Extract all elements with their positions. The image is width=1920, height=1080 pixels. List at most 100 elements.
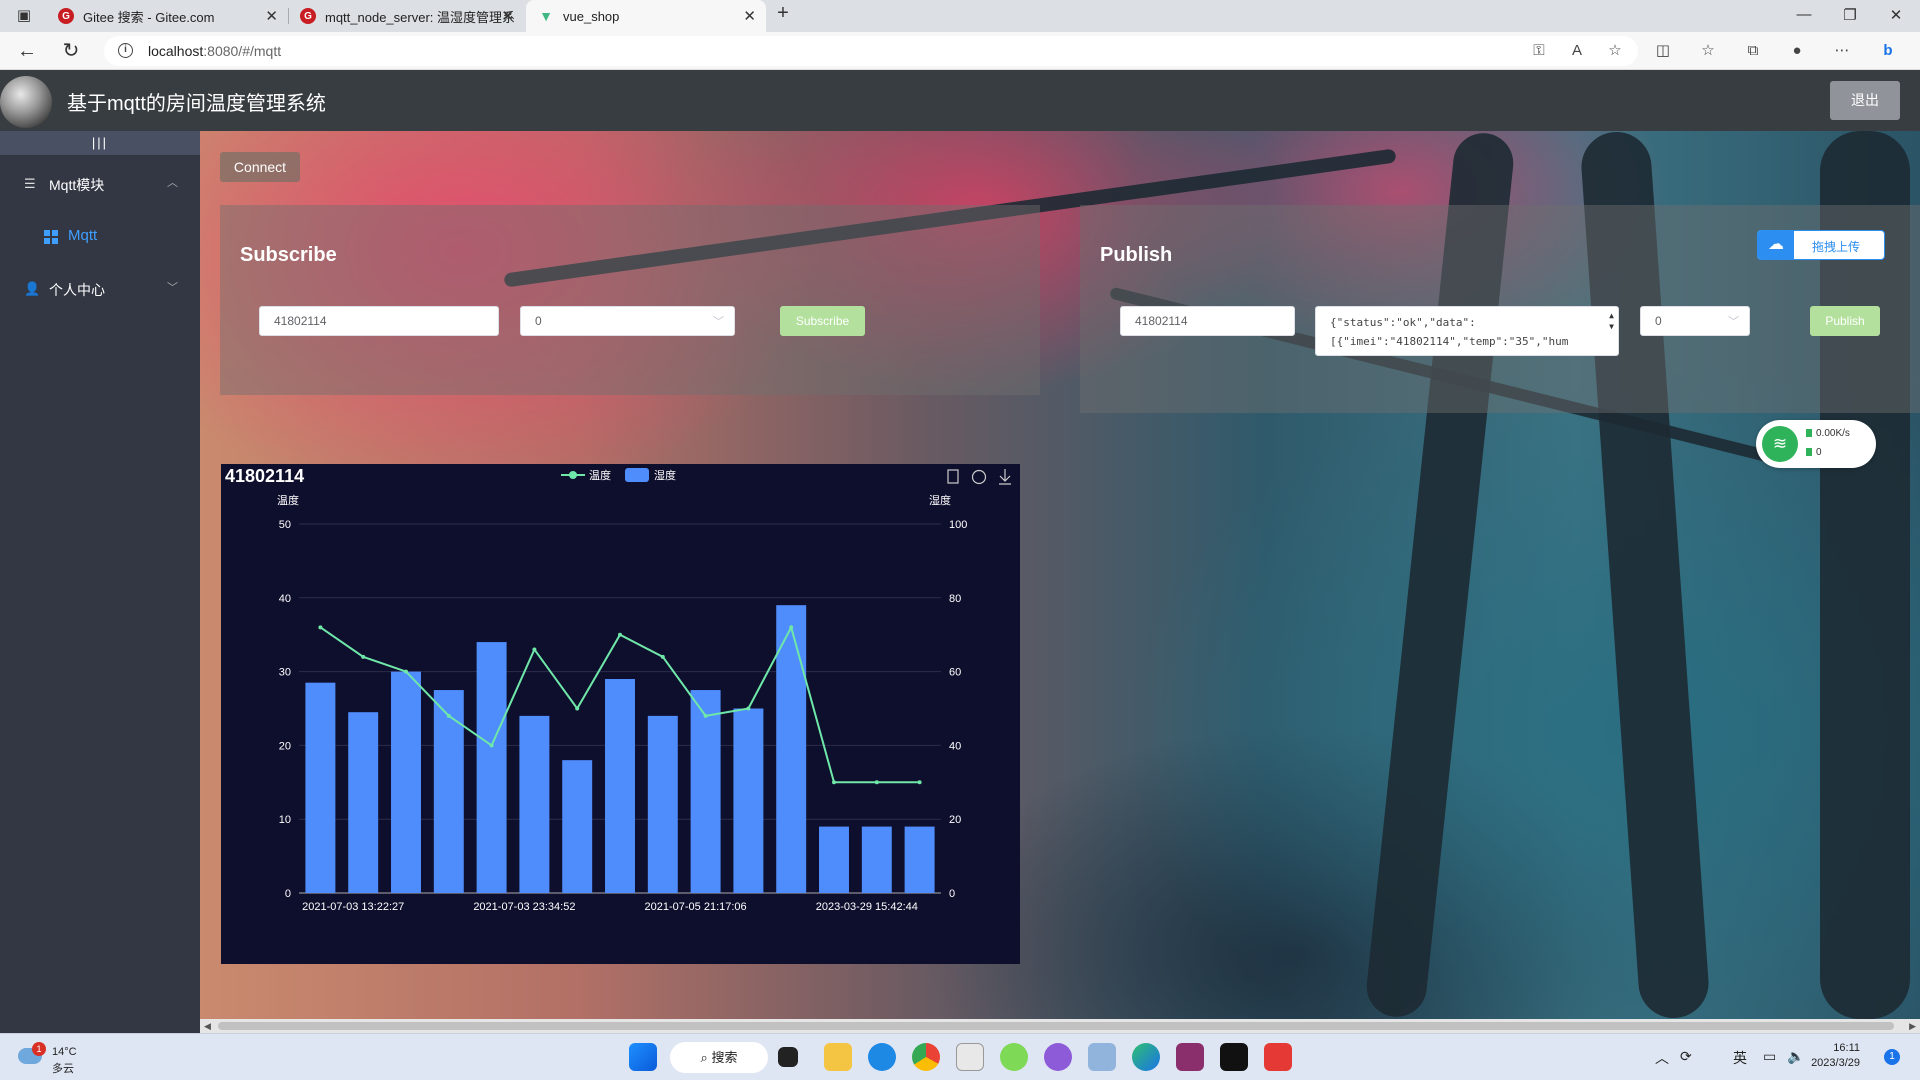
monitor-app-icon[interactable]: [1088, 1043, 1116, 1071]
line-point: [489, 743, 494, 748]
network-icon[interactable]: ▭: [1763, 1048, 1776, 1065]
scroll-right-icon[interactable]: ▶: [1909, 1019, 1916, 1033]
sync-icon[interactable]: ⟳: [1680, 1048, 1692, 1065]
right-tick-label: 100: [949, 519, 967, 531]
publish-title: Publish: [1100, 244, 1173, 266]
vue-favicon-icon: ▼: [539, 8, 553, 24]
scrollbar-thumb[interactable]: [218, 1022, 1894, 1030]
search-icon: ⌕: [700, 1050, 712, 1065]
notepad-icon[interactable]: [956, 1043, 984, 1071]
start-icon[interactable]: [629, 1043, 657, 1071]
close-tab-icon[interactable]: ✕: [265, 7, 278, 25]
address-bar: ← ↻ i localhost:8080/#/mqtt ⚿ A ☆ ◫ ☆ ⧉ …: [0, 32, 1920, 70]
left-tick-label: 20: [279, 740, 291, 752]
line-point: [361, 654, 366, 659]
chevron-down-icon: ﹀: [1728, 316, 1739, 328]
left-tick-label: 10: [279, 814, 291, 826]
publish-payload-textarea[interactable]: {"status":"ok","data": [{"imei":"41802114…: [1315, 306, 1619, 356]
bing-icon[interactable]: b: [1877, 40, 1899, 62]
spin-arrows-icon[interactable]: ▲ ▼: [1609, 310, 1614, 332]
more-icon[interactable]: ⋯: [1831, 40, 1853, 62]
tab-title: vue_shop: [563, 8, 620, 24]
publish-qos-select[interactable]: 0 ﹀: [1640, 306, 1750, 336]
green-app-icon[interactable]: [1000, 1043, 1028, 1071]
chrome-icon[interactable]: [912, 1043, 940, 1071]
select-value: 0: [535, 314, 542, 328]
read-aloud-icon[interactable]: A: [1566, 40, 1588, 62]
subscribe-qos-select[interactable]: 0 ﹀: [520, 306, 735, 336]
restore-icon[interactable]: ❐: [1838, 6, 1862, 24]
left-tick-label: 50: [279, 519, 291, 531]
sidebar-item-label: Mqtt: [68, 227, 98, 244]
sidebar-item-label: Mqtt模块: [49, 177, 105, 193]
temperature-humidity-chart: 41802114 温度 湿度温度 湿度0 010 2020 4030 6040 8050 1002…: [225, 466, 1011, 913]
legend-bar-marker: [625, 468, 649, 482]
download-icon: [999, 469, 1011, 485]
select-value: 0: [1655, 314, 1662, 328]
taskbar-search-button[interactable]: ⌕ 搜索: [670, 1042, 768, 1073]
payload-line: {"status":"ok","data":: [1330, 316, 1476, 329]
favorites-icon[interactable]: ☆: [1697, 40, 1719, 62]
subscribe-topic-input[interactable]: 41802114: [259, 306, 499, 336]
logout-button[interactable]: 退出: [1830, 81, 1900, 120]
connect-button[interactable]: Connect: [220, 152, 300, 182]
x-tick-label: 2021-07-05 21:17:06: [645, 901, 747, 913]
close-tab-icon[interactable]: ✕: [501, 7, 514, 25]
weather-widget[interactable]: 1 14°C 多云: [18, 1042, 118, 1075]
sidebar-item-profile[interactable]: 👤 个人中心 ﹀: [0, 264, 200, 314]
minimize-icon[interactable]: —: [1792, 6, 1816, 23]
ime-indicator[interactable]: 英: [1733, 1048, 1747, 1068]
sidebar-toggle-button[interactable]: |||: [0, 131, 200, 155]
winrar-icon[interactable]: [1176, 1043, 1204, 1071]
publish-button[interactable]: Publish: [1810, 306, 1880, 336]
close-tab-icon[interactable]: ✕: [743, 7, 756, 25]
url-field[interactable]: i localhost:8080/#/mqtt ⚿ A ☆: [104, 36, 1638, 66]
line-point: [660, 654, 665, 659]
split-screen-icon[interactable]: ◫: [1652, 40, 1674, 62]
new-tab-button[interactable]: +: [771, 2, 795, 25]
favorite-add-icon[interactable]: ☆: [1604, 40, 1626, 62]
clock-date[interactable]: 2023/3/29: [1810, 1057, 1860, 1069]
sidebar-item-mqtt-module[interactable]: ☰ Mqtt模块 ︿: [0, 159, 200, 209]
bar: [605, 678, 635, 893]
help-icon[interactable]: [868, 1043, 896, 1071]
file-explorer-icon[interactable]: [824, 1043, 852, 1071]
profile-avatar-icon[interactable]: ●: [1786, 40, 1808, 62]
tab-actions-icon[interactable]: ▣: [12, 6, 36, 24]
refresh-icon[interactable]: ↻: [58, 39, 84, 63]
site-info-icon[interactable]: i: [118, 43, 133, 58]
notification-badge[interactable]: 1: [1884, 1049, 1900, 1065]
key-icon[interactable]: ⚿: [1528, 40, 1550, 62]
tab-mqtt-node-server[interactable]: G mqtt_node_server: 温湿度管理系 ✕: [288, 0, 524, 32]
bar: [519, 715, 550, 893]
network-speed-widget[interactable]: ≋ 0.00K/s 0: [1756, 420, 1876, 468]
drag-upload-button[interactable]: ☁ 拖拽上传: [1757, 230, 1885, 260]
tab-gitee[interactable]: G Gitee 搜索 - Gitee.com ✕: [46, 0, 288, 32]
publish-topic-input[interactable]: 41802114: [1120, 306, 1295, 336]
wps-icon[interactable]: [1264, 1043, 1292, 1071]
edge-icon[interactable]: [1132, 1043, 1160, 1071]
show-hidden-icons-icon[interactable]: ︿: [1655, 1048, 1669, 1068]
avatar: [0, 76, 52, 128]
clock-time[interactable]: 16:11: [1810, 1042, 1860, 1054]
right-axis-name: 湿度: [929, 493, 951, 507]
network-speed: 0.00K/s: [1806, 428, 1850, 439]
subscribe-button[interactable]: Subscribe: [780, 306, 865, 336]
bar: [433, 690, 464, 893]
grid-icon: [44, 230, 58, 244]
chevron-down-icon: ﹀: [713, 316, 724, 328]
user-icon: 👤: [24, 281, 41, 296]
collections-icon[interactable]: ⧉: [1742, 40, 1764, 62]
line-point: [832, 780, 836, 785]
tab-vue-shop[interactable]: ▼ vue_shop ✕: [526, 0, 766, 32]
scroll-left-icon[interactable]: ◀: [204, 1019, 211, 1033]
sidebar-item-mqtt[interactable]: Mqtt: [0, 212, 200, 262]
horizontal-scrollbar[interactable]: ◀ ▶: [200, 1019, 1920, 1033]
line-point: [404, 669, 408, 674]
terminal-icon[interactable]: [1220, 1043, 1248, 1071]
purple-app-icon[interactable]: [1044, 1043, 1072, 1071]
task-view-icon[interactable]: [778, 1047, 798, 1067]
volume-icon[interactable]: 🔈: [1787, 1048, 1804, 1065]
close-window-icon[interactable]: ✕: [1884, 6, 1908, 24]
back-icon[interactable]: ←: [14, 39, 40, 63]
